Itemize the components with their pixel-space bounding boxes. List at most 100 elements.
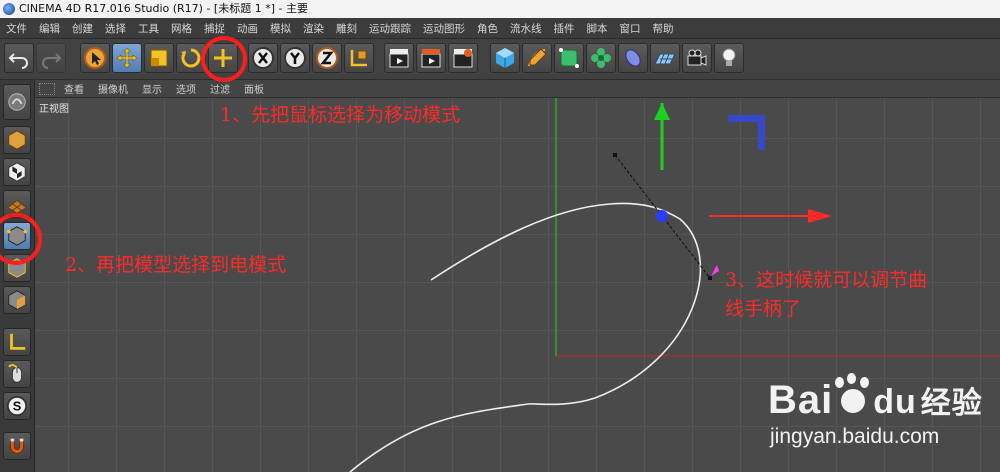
window-title: CINEMA 4D R17.016 Studio (R17) - [未标题 1 … (19, 2, 308, 15)
spline-pen-button[interactable] (522, 43, 552, 73)
watermark-bai: Bai (768, 378, 834, 422)
viewport-menu-options[interactable]: 选项 (169, 81, 203, 96)
menu-tools[interactable]: 工具 (132, 21, 165, 36)
x-axis-icon (252, 47, 274, 69)
paw-icon (833, 373, 873, 415)
main-toolbar (0, 39, 1000, 80)
axis-mode-button[interactable] (3, 328, 31, 356)
front-viewport[interactable]: 正视图 1、先把鼠标选择为移动模式 2、再把模型选择到电模式 3、这时候就可以调… (35, 98, 1000, 472)
deformer-button[interactable] (618, 43, 648, 73)
redo-button[interactable] (36, 43, 66, 73)
annotation-step2: 2、再把模型选择到电模式 (65, 254, 287, 276)
polygons-mode-button[interactable] (3, 286, 31, 314)
annotation-step1: 1、先把鼠标选择为移动模式 (220, 104, 461, 126)
z-axis-icon (316, 47, 338, 69)
move-tool-button[interactable] (112, 43, 142, 73)
menu-sculpt[interactable]: 雕刻 (330, 21, 363, 36)
selected-spline-point[interactable] (656, 210, 668, 222)
viewport-menu-cameras[interactable]: 摄像机 (91, 81, 135, 96)
undo-button[interactable] (4, 43, 34, 73)
y-axis-icon (284, 47, 306, 69)
annotation-step3-line2: 线手柄了 (725, 298, 802, 320)
watermark-url: jingyan.baidu.com (770, 425, 940, 448)
menu-select[interactable]: 选择 (99, 21, 132, 36)
gizmo-z-handle[interactable] (711, 265, 719, 276)
baidu-watermark-logo: Bai du 经验 (768, 373, 983, 423)
snap-s-icon: S (6, 395, 28, 417)
model-cube-icon (8, 130, 26, 150)
model-mode-button[interactable] (3, 126, 31, 154)
menu-create[interactable]: 创建 (66, 21, 99, 36)
z-axis-lock-button[interactable] (312, 43, 342, 73)
redo-icon (42, 53, 62, 69)
viewport-menu-view[interactable]: 查看 (57, 81, 91, 96)
menu-animate[interactable]: 动画 (231, 21, 264, 36)
render-view-button[interactable] (384, 43, 414, 73)
menu-render[interactable]: 渲染 (297, 21, 330, 36)
main-menu-bar: 文件 编辑 创建 选择 工具 网格 捕捉 动画 模拟 渲染 雕刻 运动跟踪 运动… (0, 18, 1000, 39)
scale-tool-button[interactable] (144, 43, 174, 73)
cloner-button[interactable] (586, 43, 616, 73)
tweak-mode-button[interactable] (3, 360, 31, 388)
light-button[interactable] (714, 43, 744, 73)
spline-curve-lower[interactable] (349, 403, 529, 472)
svg-text:S: S (13, 399, 22, 414)
menu-character[interactable]: 角色 (471, 21, 504, 36)
y-axis-lock-button[interactable] (280, 43, 310, 73)
snapping-button[interactable]: S (3, 392, 31, 420)
add-cube-button[interactable] (490, 43, 520, 73)
viewport-handle-icon[interactable] (39, 82, 55, 95)
gizmo-y-arrowhead[interactable] (654, 103, 670, 120)
subdivision-cube-icon (559, 48, 579, 68)
menu-snap[interactable]: 捕捉 (198, 21, 231, 36)
live-selection-button[interactable] (80, 43, 110, 73)
cursor-select-icon (84, 47, 106, 69)
move-arrows-icon (116, 47, 138, 69)
render-to-picture-viewer-button[interactable] (416, 43, 446, 73)
mouse-icon (8, 364, 23, 383)
undo-icon (8, 53, 28, 69)
plane-handle-xy[interactable] (728, 115, 765, 150)
menu-window[interactable]: 窗口 (614, 21, 647, 36)
highlight-circle-move-tool (201, 36, 247, 82)
viewport-menu-bar: 查看 摄像机 显示 选项 过滤 面板 (35, 80, 1000, 98)
menu-script[interactable]: 脚本 (581, 21, 614, 36)
make-editable-button[interactable] (3, 84, 31, 120)
texture-mode-button[interactable] (3, 158, 31, 186)
menu-pipeline[interactable]: 流水线 (504, 21, 548, 36)
menu-mesh[interactable]: 网格 (165, 21, 198, 36)
title-bar: CINEMA 4D R17.016 Studio (R17) - [未标题 1 … (0, 0, 1000, 18)
menu-simulate[interactable]: 模拟 (264, 21, 297, 36)
menu-file[interactable]: 文件 (0, 21, 33, 36)
watermark-cn: 经验 (920, 386, 983, 421)
viewport-menu-display[interactable]: 显示 (135, 81, 169, 96)
gizmo-x-arrowhead[interactable] (808, 209, 832, 223)
watermark-du: du (873, 383, 917, 421)
render-settings-button[interactable] (448, 43, 478, 73)
magnet-button[interactable] (3, 432, 31, 460)
tangent-handle-end[interactable] (708, 276, 712, 280)
clapperboard-icon (389, 49, 409, 68)
scale-icon (150, 49, 168, 67)
x-axis-lock-button[interactable] (248, 43, 278, 73)
tangent-handle-start[interactable] (613, 153, 617, 157)
viewport-menu-filter[interactable]: 过滤 (203, 81, 237, 96)
camera-button[interactable] (682, 43, 712, 73)
coordinate-system-button[interactable] (344, 43, 374, 73)
make-editable-icon (8, 93, 26, 111)
floor-button[interactable] (650, 43, 680, 73)
viewport-menu-panel[interactable]: 面板 (237, 81, 271, 96)
magnet-icon (10, 438, 24, 454)
spline-curve-upper[interactable] (430, 202, 702, 406)
bend-deformer-icon (625, 49, 641, 67)
menu-mograph[interactable]: 运动图形 (417, 21, 471, 36)
workplane-grid-icon (7, 199, 27, 214)
menu-plugins[interactable]: 插件 (548, 21, 581, 36)
menu-edit[interactable]: 编辑 (33, 21, 66, 36)
camera-icon (687, 49, 707, 66)
menu-motion-tracker[interactable]: 运动跟踪 (363, 21, 417, 36)
rotate-icon (181, 48, 201, 68)
subdivision-surface-button[interactable] (554, 43, 584, 73)
floor-grid-icon (654, 53, 676, 65)
menu-help[interactable]: 帮助 (647, 21, 680, 36)
